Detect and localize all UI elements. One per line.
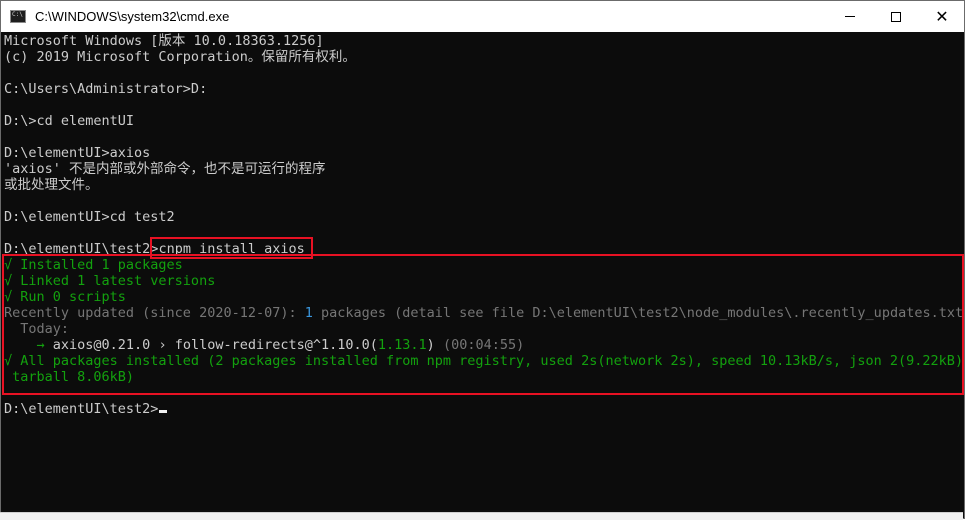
console-line: (c) 2019 Microsoft Corporation。保留所有权利。: [4, 49, 356, 65]
console-line: D:\elementUI\test2>: [4, 401, 168, 417]
close-icon: ✕: [935, 7, 949, 26]
console-line: D:\elementUI>axios: [4, 145, 151, 161]
minimize-button[interactable]: [827, 1, 873, 32]
maximize-button[interactable]: [873, 1, 919, 32]
console-output[interactable]: Microsoft Windows [版本 10.0.18363.1256] (…: [1, 32, 964, 518]
console-line: Microsoft Windows [版本 10.0.18363.1256]: [4, 33, 324, 49]
console-line: D:\elementUI>cd test2: [4, 209, 175, 225]
output-highlight-box: [2, 254, 964, 395]
cmd-window: C:\WINDOWS\system32\cmd.exe ✕ Microsoft …: [0, 0, 965, 519]
console-line: C:\Users\Administrator>D:: [4, 81, 208, 97]
minimize-icon: [845, 16, 855, 17]
title-bar[interactable]: C:\WINDOWS\system32\cmd.exe ✕: [1, 1, 964, 32]
window-title: C:\WINDOWS\system32\cmd.exe: [35, 9, 230, 24]
maximize-icon: [891, 11, 901, 22]
cmd-app-icon[interactable]: [10, 10, 26, 23]
close-button[interactable]: ✕: [919, 1, 964, 32]
prompt-text: D:\elementUI\test2>: [4, 401, 159, 417]
console-line: 'axios' 不是内部或外部命令，也不是可运行的程序: [4, 161, 326, 177]
console-line: D:\>cd elementUI: [4, 113, 135, 129]
console-line: 或批处理文件。: [4, 177, 99, 193]
text-cursor: [159, 410, 168, 413]
